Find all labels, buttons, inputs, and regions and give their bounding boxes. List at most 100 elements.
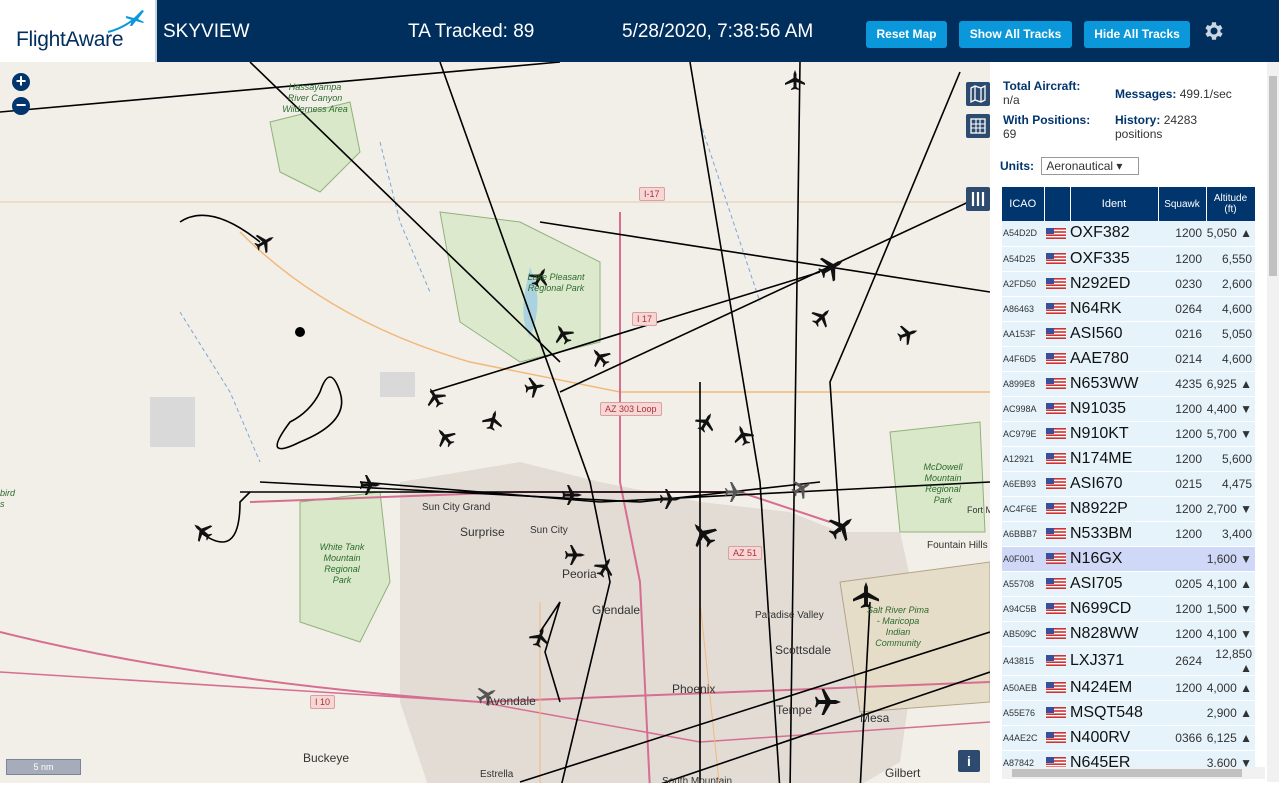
table-row[interactable]: A55E76 MSQT548 2,900 ▲ [1002, 700, 1255, 726]
table-row[interactable]: A6EB93 ASI670 0215 4,475 [1002, 471, 1255, 497]
units-label: Units: [1000, 159, 1034, 173]
altitude-cell: 4,100 ▲ [1206, 571, 1255, 597]
flag-cell [1044, 421, 1070, 447]
table-row[interactable]: A12921 N174ME 1200 5,600 [1002, 446, 1255, 472]
col-flag[interactable] [1044, 187, 1071, 221]
flightaware-logo[interactable]: FlightAware [0, 0, 157, 62]
ident-cell: N8922P [1070, 496, 1158, 522]
squawk-cell: 0366 [1158, 725, 1206, 751]
icao-cell: A50AEB [1002, 675, 1044, 701]
col-icao[interactable]: ICAO [1002, 187, 1045, 221]
table-row[interactable]: A50AEB N424EM 1200 4,000 ▲ [1002, 675, 1255, 701]
icao-cell: AB509C [1002, 621, 1044, 647]
map-view[interactable]: I-17 I 17 AZ 303 Loop AZ 51 I 10 Sun Cit… [0, 62, 990, 791]
squawk-cell: 1200 [1158, 396, 1206, 422]
squawk-cell: 1200 [1158, 596, 1206, 622]
grid-icon [970, 118, 986, 134]
icao-cell: A0F001 [1002, 546, 1044, 572]
ident-cell: N400RV [1070, 725, 1158, 751]
place-label: Fountain Hills [927, 540, 988, 551]
table-row[interactable]: AA153F ASI560 0216 5,050 [1002, 321, 1255, 347]
flag-cell [1044, 221, 1070, 247]
flag-cell [1044, 321, 1070, 347]
info-button[interactable]: i [958, 750, 980, 772]
altitude-cell: 2,600 [1206, 271, 1255, 297]
altitude-cell: 2,900 ▲ [1206, 700, 1255, 726]
park-label: bird s [0, 488, 16, 509]
col-altitude[interactable]: Altitude (ft) [1206, 187, 1255, 221]
aircraft-icon [684, 515, 722, 553]
vertical-scrollbar[interactable] [1267, 62, 1279, 782]
place-label: Fort M [967, 505, 990, 515]
icao-cell: A4AE2C [1002, 725, 1044, 751]
icao-cell: A94C5B [1002, 596, 1044, 622]
gear-icon[interactable] [1201, 19, 1225, 43]
squawk-cell: 0205 [1158, 571, 1206, 597]
flag-cell [1044, 271, 1070, 297]
table-row[interactable]: A54D2D OXF382 1200 5,050 ▲ [1002, 221, 1255, 247]
top-header: FlightAware SKYVIEW TA Tracked: 89 5/28/… [0, 0, 1279, 62]
aircraft-table: ICAO Ident Squawk Altitude (ft) A54D2D OX… [1002, 187, 1255, 772]
us-flag-icon [1046, 731, 1066, 743]
col-squawk[interactable]: Squawk [1158, 187, 1207, 221]
altitude-cell: 4,000 ▲ [1206, 675, 1255, 701]
scrollbar-thumb[interactable] [1269, 76, 1277, 276]
with-positions-value: 69 [1003, 127, 1017, 141]
col-ident[interactable]: Ident [1070, 187, 1159, 221]
history-unit: positions [1115, 127, 1163, 141]
table-row[interactable]: AC979E N910KT 1200 5,700 ▼ [1002, 421, 1255, 447]
highway-shield: AZ 303 Loop [600, 402, 662, 416]
table-row[interactable]: AB509C N828WW 1200 4,100 ▼ [1002, 621, 1255, 647]
zoom-out-button[interactable]: − [12, 96, 30, 115]
icao-cell: A54D2D [1002, 221, 1044, 247]
history-stat: History: 24283 positions [1115, 113, 1197, 141]
icao-cell: A55708 [1002, 571, 1044, 597]
messages-value: 499.1/sec [1179, 87, 1232, 101]
ident-cell: AAE780 [1070, 346, 1158, 372]
map-layer-button[interactable] [966, 82, 990, 106]
total-aircraft-stat: Total Aircraft: n/a [1003, 79, 1080, 107]
zoom-in-button[interactable]: + [12, 72, 30, 91]
app-title: SKYVIEW [163, 21, 250, 42]
table-row[interactable]: A43815 LXJ371 2624 12,850 ▲ [1002, 646, 1255, 676]
aircraft-icon [785, 70, 805, 90]
place-label: Surprise [460, 525, 505, 539]
aircraft-layer[interactable] [0, 62, 990, 791]
squawk-cell: 1200 [1158, 446, 1206, 472]
altitude-cell: 4,600 [1206, 296, 1255, 322]
us-flag-icon [1046, 706, 1066, 718]
aircraft-icon [895, 321, 921, 347]
units-select[interactable]: Aeronautical ▾ [1041, 157, 1140, 175]
table-row[interactable]: A54D25 OXF335 1200 6,550 [1002, 246, 1255, 272]
table-row[interactable]: A4AE2C N400RV 0366 6,125 ▲ [1002, 725, 1255, 751]
altitude-cell: 4,400 ▼ [1206, 396, 1255, 422]
table-row[interactable]: A2FD50 N292ED 0230 2,600 [1002, 271, 1255, 297]
sidebar-panel: Total Aircraft: n/a With Positions: 69 M… [990, 62, 1279, 791]
ident-cell: N533BM [1070, 521, 1158, 547]
table-row[interactable]: A86463 N64RK 0264 4,600 [1002, 296, 1255, 322]
icao-cell: A86463 [1002, 296, 1044, 322]
hide-all-tracks-button[interactable]: Hide All Tracks [1084, 21, 1190, 48]
scrollbar-thumb[interactable] [1012, 769, 1242, 777]
table-row[interactable]: A4F6D5 AAE780 0214 4,600 [1002, 346, 1255, 372]
squawk-cell: 1200 [1158, 521, 1206, 547]
toggle-sidebar-button[interactable] [966, 187, 990, 211]
ident-cell: N828WW [1070, 621, 1158, 647]
table-row[interactable]: A94C5B N699CD 1200 1,500 ▼ [1002, 596, 1255, 622]
altitude-cell: 1,500 ▼ [1206, 596, 1255, 622]
reset-map-button[interactable]: Reset Map [866, 21, 947, 48]
table-row[interactable]: A0F001 N16GX 1,600 ▼ [1002, 546, 1255, 572]
flag-cell [1044, 675, 1070, 701]
aircraft-icon [692, 408, 720, 436]
squawk-cell: 0216 [1158, 321, 1206, 347]
table-row[interactable]: A55708 ASI705 0205 4,100 ▲ [1002, 571, 1255, 597]
grid-overlay-button[interactable] [966, 114, 990, 138]
show-all-tracks-button[interactable]: Show All Tracks [959, 21, 1072, 48]
flag-cell [1044, 725, 1070, 751]
table-row[interactable]: AC4F6E N8922P 1200 2,700 ▼ [1002, 496, 1255, 522]
horizontal-scrollbar[interactable] [1002, 767, 1265, 779]
table-row[interactable]: A899E8 N653WW 4235 6,925 ▲ [1002, 371, 1255, 397]
aircraft-icon [421, 383, 449, 411]
table-row[interactable]: A6BBB7 N533BM 1200 3,400 [1002, 521, 1255, 547]
table-row[interactable]: AC998A N91035 1200 4,400 ▼ [1002, 396, 1255, 422]
